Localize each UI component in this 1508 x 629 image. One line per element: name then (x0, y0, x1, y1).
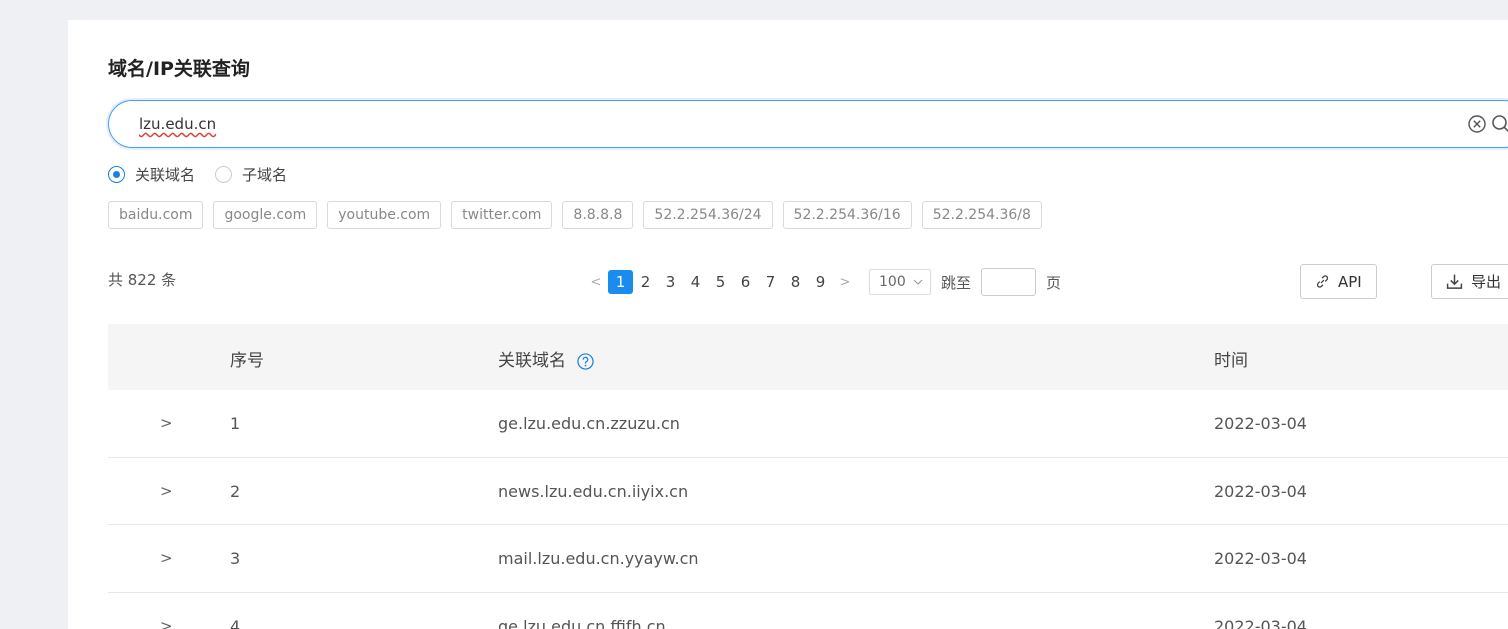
link-icon (1316, 275, 1329, 288)
page-title: 域名/IP关联查询 (108, 58, 250, 80)
pagination: < 1 2 3 4 5 6 7 8 9 > 100 跳至 页 (584, 268, 1061, 296)
page-button-3[interactable]: 3 (658, 270, 683, 294)
expand-row-icon[interactable]: > (160, 617, 173, 629)
tag-cidr-8[interactable]: 52.2.254.36/8 (921, 201, 1042, 229)
page-size-value: 100 (879, 274, 906, 290)
page-size-select[interactable]: 100 (869, 269, 931, 295)
page-button-8[interactable]: 8 (783, 270, 808, 294)
page-button-5[interactable]: 5 (708, 270, 733, 294)
search-input-value[interactable]: lzu.edu.cn (139, 115, 216, 133)
row-index: 2 (230, 481, 241, 501)
export-button-label: 导出 (1471, 273, 1502, 291)
help-icon[interactable] (577, 352, 595, 370)
table-row[interactable]: > 3 mail.lzu.edu.cn.yyayw.cn 2022-03-04 (108, 525, 1508, 593)
page-button-6[interactable]: 6 (733, 270, 758, 294)
row-time: 2022-03-04 (1214, 414, 1307, 433)
chevron-down-icon (913, 279, 923, 285)
next-page-button[interactable]: > (833, 275, 857, 290)
row-domain: mail.lzu.edu.cn.yyayw.cn (498, 549, 699, 568)
clear-icon[interactable] (1467, 114, 1487, 134)
expand-row-icon[interactable]: > (160, 414, 173, 432)
row-index: 3 (230, 549, 241, 568)
table-row[interactable]: > 2 news.lzu.edu.cn.iiyix.cn 2022-03-04 (108, 458, 1508, 525)
row-index: 4 (230, 616, 241, 629)
prev-page-button[interactable]: < (584, 275, 608, 290)
expand-row-icon[interactable]: > (160, 549, 173, 567)
tag-cidr-24[interactable]: 52.2.254.36/24 (643, 201, 773, 229)
download-icon (1446, 274, 1463, 289)
result-count: 共 822 条 (108, 271, 177, 289)
mode-radio-group: 关联域名 子域名 (108, 164, 307, 185)
radio-label: 子域名 (242, 166, 288, 184)
tag-google[interactable]: google.com (213, 201, 318, 229)
table-row[interactable]: > 1 ge.lzu.edu.cn.zzuzu.cn 2022-03-04 (108, 390, 1508, 458)
tag-youtube[interactable]: youtube.com (327, 201, 442, 229)
row-domain: ge.lzu.edu.cn.ffifh.cn (498, 616, 666, 629)
export-button[interactable]: 导出 (1431, 264, 1508, 299)
page-button-1[interactable]: 1 (608, 270, 633, 294)
page-button-4[interactable]: 4 (683, 270, 708, 294)
row-time: 2022-03-04 (1214, 481, 1307, 501)
row-time: 2022-03-04 (1214, 616, 1307, 629)
column-header-domain-label: 关联域名 (498, 351, 566, 371)
page-button-2[interactable]: 2 (633, 270, 658, 294)
tag-cidr-16[interactable]: 52.2.254.36/16 (782, 201, 912, 229)
api-button-label: API (1338, 272, 1362, 291)
radio-unchecked-icon[interactable] (215, 166, 233, 183)
page-label: 页 (1046, 273, 1062, 292)
results-table: 序号 关联域名 时间 > 1 ge.lzu.edu.cn.zzuzu.cn 20… (108, 324, 1508, 629)
row-domain: ge.lzu.edu.cn.zzuzu.cn (498, 414, 680, 433)
search-input[interactable]: lzu.edu.cn (108, 100, 1508, 148)
radio-subdomain[interactable]: 子域名 (215, 164, 287, 185)
tag-twitter[interactable]: twitter.com (451, 201, 553, 229)
search-icon[interactable] (1491, 114, 1508, 134)
radio-label: 关联域名 (135, 166, 196, 184)
page-button-9[interactable]: 9 (808, 270, 833, 294)
jump-label: 跳至 (941, 273, 972, 292)
radio-related-domain[interactable]: 关联域名 (108, 164, 195, 185)
api-button[interactable]: API (1300, 264, 1377, 299)
page-button-7[interactable]: 7 (758, 270, 783, 294)
table-row[interactable]: > 4 ge.lzu.edu.cn.ffifh.cn 2022-03-04 (108, 593, 1508, 629)
column-header-time: 时间 (1214, 351, 1248, 371)
column-header-index: 序号 (230, 351, 264, 371)
expand-row-icon[interactable]: > (160, 482, 173, 500)
radio-checked-icon[interactable] (108, 166, 125, 183)
tag-dns-ip[interactable]: 8.8.8.8 (562, 201, 634, 229)
main-card: 域名/IP关联查询 lzu.edu.cn 关联域名 子域名 baidu.com … (68, 20, 1508, 629)
column-header-domain: 关联域名 (498, 346, 595, 371)
row-index: 1 (230, 414, 241, 433)
row-time: 2022-03-04 (1214, 549, 1307, 568)
tag-baidu[interactable]: baidu.com (108, 201, 204, 229)
row-domain: news.lzu.edu.cn.iiyix.cn (498, 481, 689, 501)
jump-page-input[interactable] (981, 268, 1037, 296)
table-header: 序号 关联域名 时间 (108, 324, 1508, 390)
quick-tags: baidu.com google.com youtube.com twitter… (108, 201, 1052, 229)
